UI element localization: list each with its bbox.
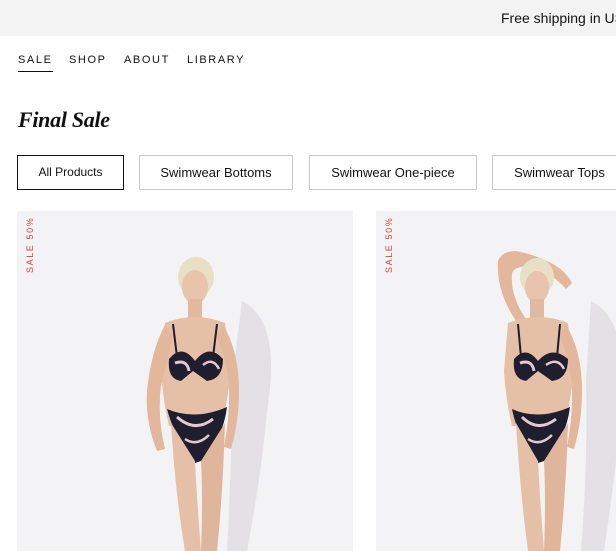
product-image <box>497 251 616 551</box>
sale-badge: SALE 50% <box>25 216 35 273</box>
product-card[interactable]: SALE 50% <box>17 211 353 551</box>
sale-badge: SALE 50% <box>384 216 394 273</box>
announcement-bar: Free shipping in US o <box>0 0 616 36</box>
filter-swimwear-bottoms[interactable]: Swimwear Bottoms <box>139 155 293 190</box>
page-title: Final Sale <box>18 107 110 132</box>
nav-item-sale[interactable]: SALE <box>18 54 53 72</box>
filter-all-products[interactable]: All Products <box>17 155 124 190</box>
product-card[interactable]: SALE 50% <box>376 211 616 551</box>
product-image <box>146 257 272 551</box>
announcement-text: Free shipping in US o <box>501 10 616 26</box>
filter-swimwear-one-piece[interactable]: Swimwear One-piece <box>309 155 477 190</box>
filter-swimwear-tops[interactable]: Swimwear Tops <box>492 155 616 190</box>
nav-item-about[interactable]: ABOUT <box>124 54 170 71</box>
main-nav: SALE SHOP ABOUT LIBRARY <box>0 36 616 86</box>
nav-item-shop[interactable]: SHOP <box>69 54 107 71</box>
nav-item-library[interactable]: LIBRARY <box>187 54 245 71</box>
